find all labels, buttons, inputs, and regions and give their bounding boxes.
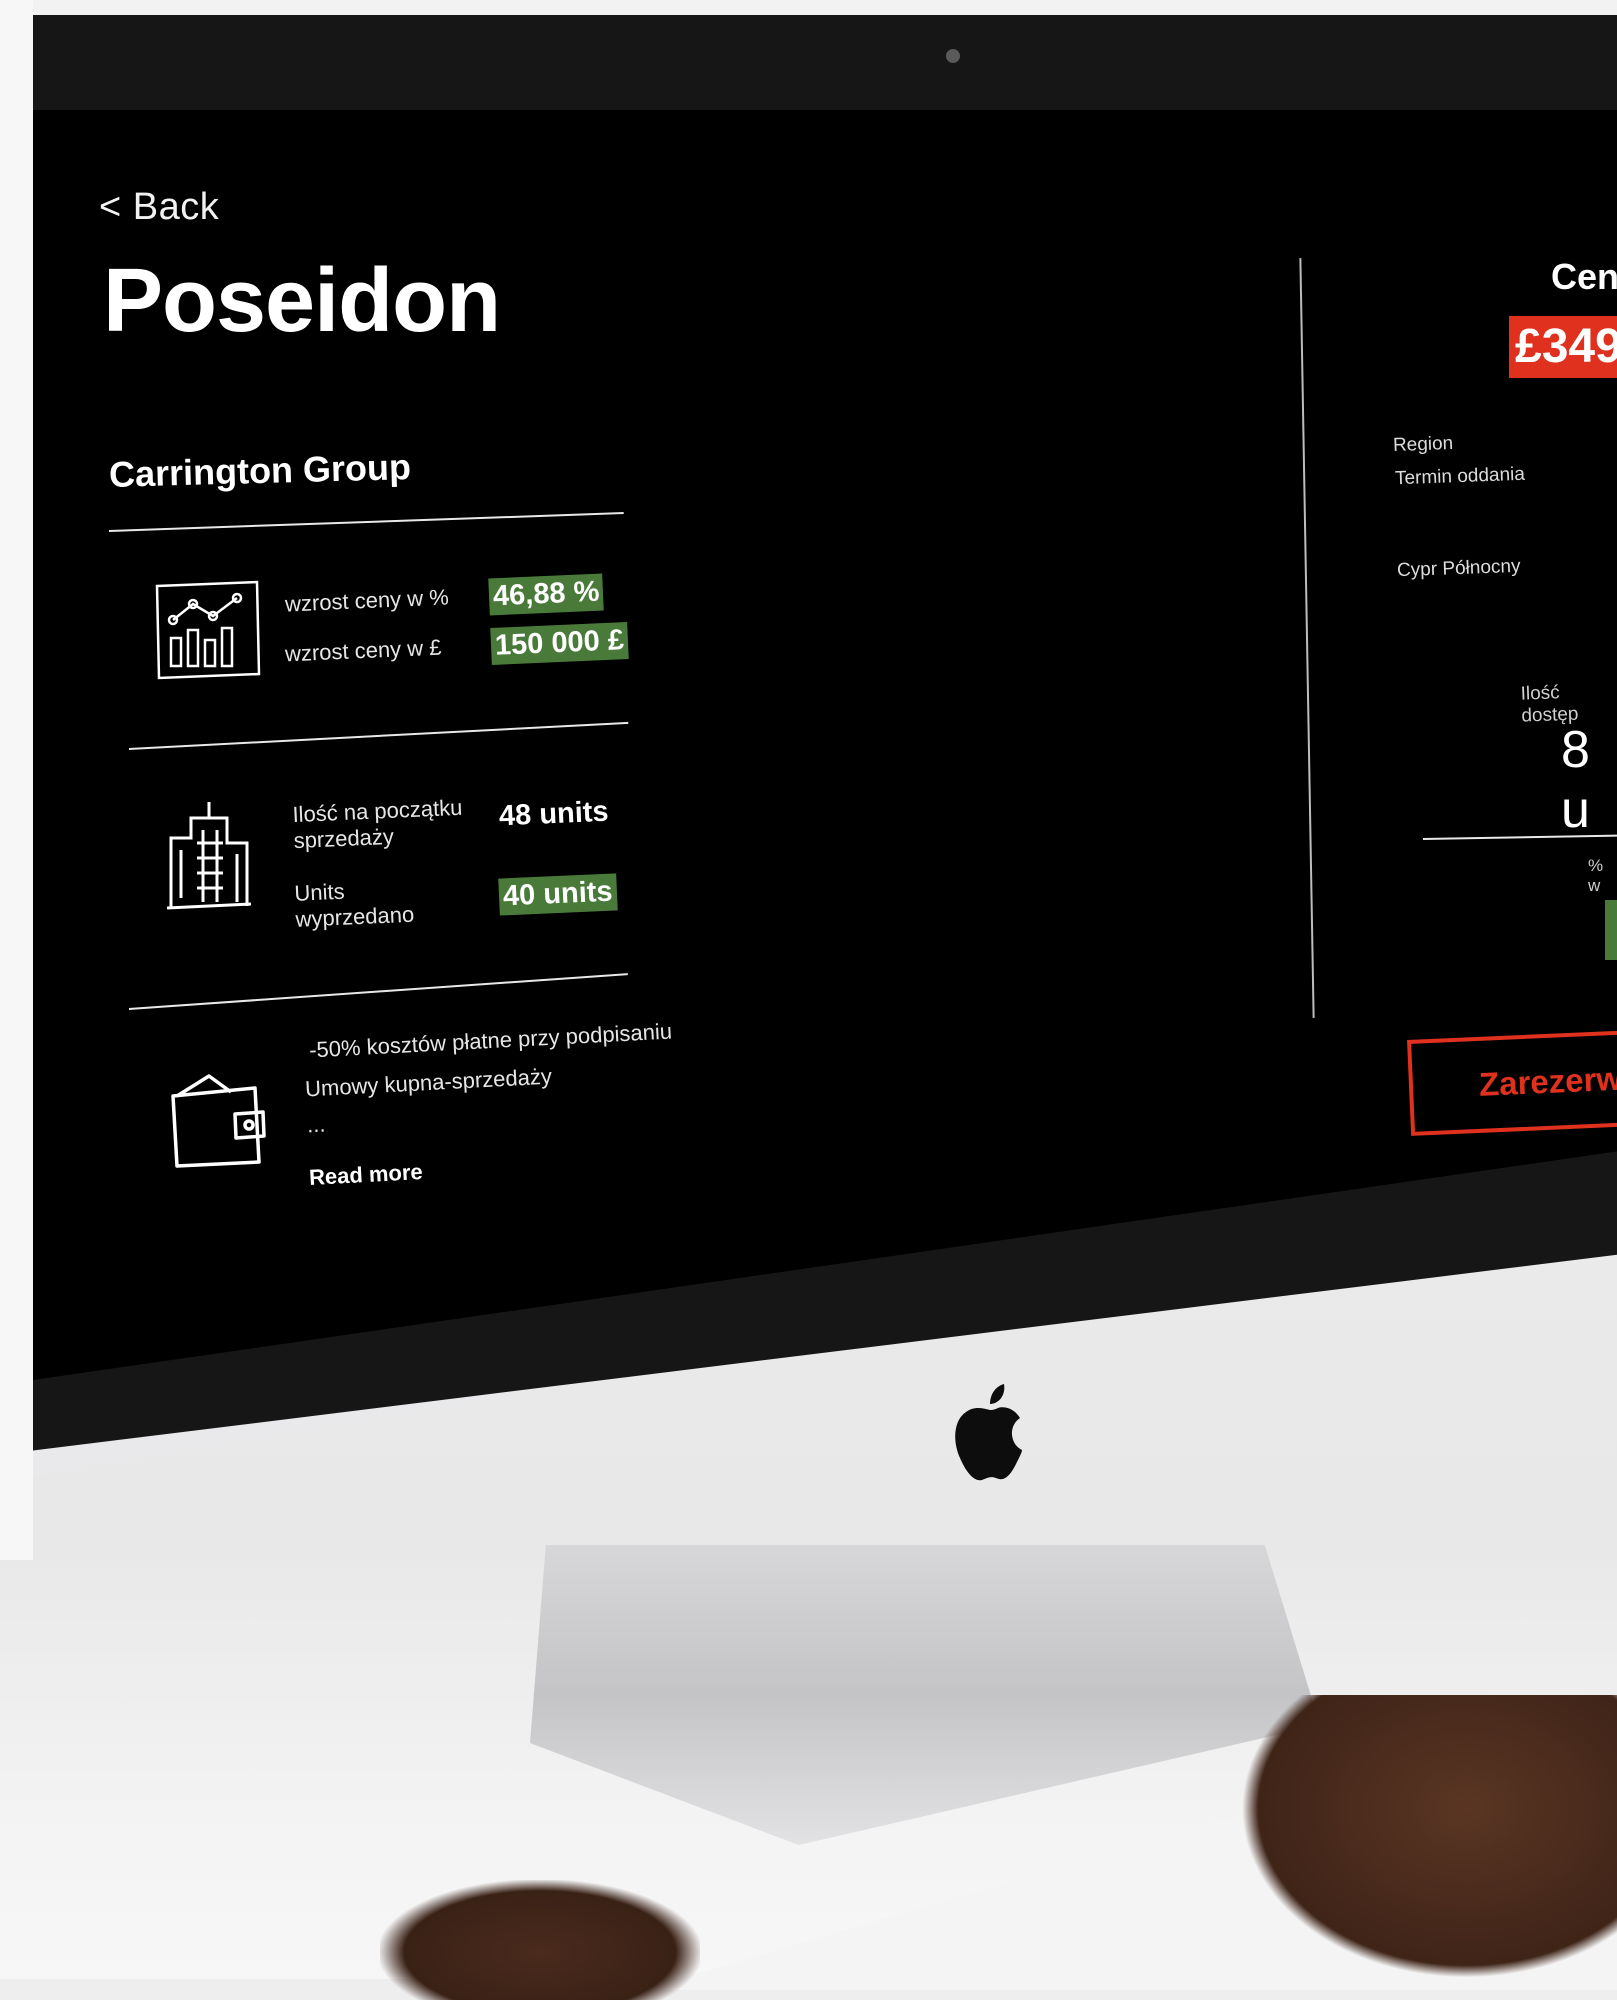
wallet-icon — [171, 1074, 266, 1168]
region-label: Region — [1392, 432, 1454, 457]
payment-terms-line-2: Umowy kupna-sprzedaży — [304, 1063, 553, 1102]
available-units-value: 8 u — [1561, 721, 1590, 839]
right-hand — [1240, 1695, 1617, 1979]
initial-units-label: Ilość na początku sprzedaży — [291, 794, 463, 854]
read-more-link[interactable]: Read more — [308, 1159, 423, 1191]
price-growth-percent-value: 46,88 % — [488, 573, 605, 616]
reserve-button[interactable]: Zarezerwu — [1407, 1028, 1617, 1136]
section-divider — [128, 721, 629, 750]
initial-units-value: 48 units — [498, 795, 610, 833]
page-title: Poseidon — [103, 251, 501, 351]
sold-units-label: Units wyprzedano — [293, 878, 415, 932]
price-growth-gbp-value: 150 000 £ — [490, 622, 629, 665]
left-hand — [380, 1880, 700, 2000]
chart-icon — [155, 580, 261, 680]
apple-logo-icon — [955, 1384, 1022, 1481]
back-link[interactable]: < Back — [99, 186, 219, 229]
payment-terms-ellipsis: ... — [306, 1111, 326, 1138]
price-growth-gbp-label: wzrost ceny w £ — [284, 634, 442, 667]
building-icon — [166, 802, 252, 910]
camera-icon — [946, 49, 960, 63]
column-divider — [1299, 258, 1315, 1018]
section-divider — [108, 512, 624, 532]
percent-sold-label: % w — [1588, 856, 1604, 895]
price-value: £349 — [1509, 316, 1617, 378]
price-growth-percent-label: wzrost ceny w % — [284, 584, 450, 617]
sold-units-value: 40 units — [498, 873, 618, 916]
payment-terms-line-1: -50% kosztów płatne przy podpisaniu — [308, 1018, 673, 1063]
region-value: Cypr Północny — [1396, 555, 1521, 582]
price-label: Cena — [1551, 256, 1617, 297]
developer-name: Carrington Group — [108, 446, 412, 495]
percent-sold-value — [1605, 900, 1617, 960]
section-divider — [128, 973, 628, 1010]
deadline-label: Termin oddania — [1394, 463, 1526, 490]
